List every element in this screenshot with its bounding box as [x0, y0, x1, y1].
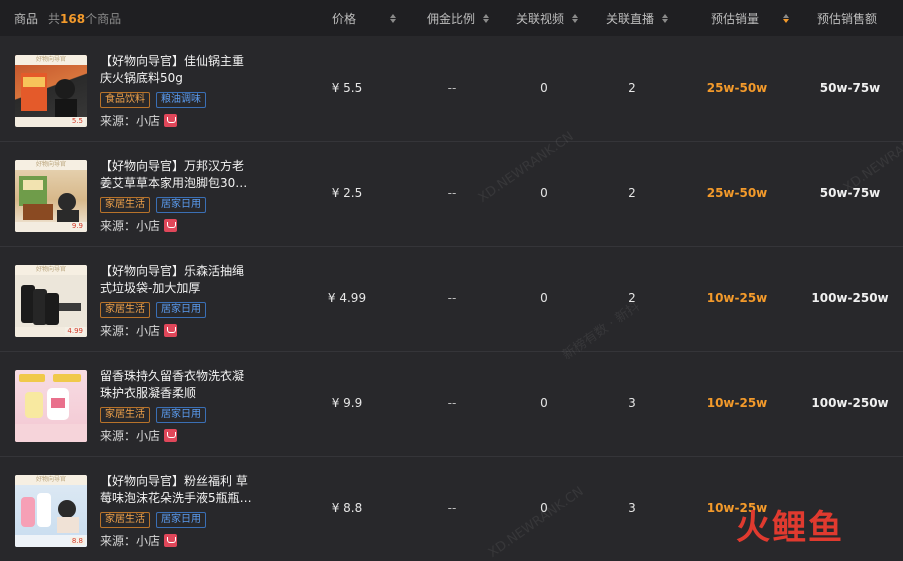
- videos-cell: 0: [540, 186, 548, 200]
- lives-column-header[interactable]: 关联直播: [606, 10, 669, 27]
- sales-cell: 10w-25w: [706, 396, 768, 410]
- product-thumbnail[interactable]: 好物向导官 4.99: [15, 265, 87, 337]
- product-thumbnail[interactable]: [15, 370, 87, 442]
- category-tag: 家居生活: [100, 197, 150, 213]
- product-tags: 家居生活 居家日用: [100, 512, 206, 528]
- shop-icon[interactable]: [164, 219, 178, 232]
- sales-column-header[interactable]: 预估销量: [711, 10, 790, 27]
- table-row[interactable]: 留香珠持久留香衣物洗衣凝珠护衣服凝香柔顺 家居生活 居家日用 来源：小店 ¥ 9…: [0, 352, 903, 457]
- product-thumbnail[interactable]: 好物向导官 8.8: [15, 475, 87, 547]
- goods-column-header: 商品 共168个商品: [14, 10, 121, 27]
- category-tag: 食品饮料: [100, 92, 150, 108]
- goods-label: 商品: [14, 12, 39, 26]
- product-title[interactable]: 【好物向导官】万邦汉方老姜艾草草本家用泡脚包30包/袋 到...: [100, 158, 255, 192]
- product-tags: 家居生活 居家日用: [100, 407, 206, 423]
- sort-icon[interactable]: [662, 14, 669, 23]
- table-row[interactable]: 好物向导官 9.9 【好物向导官】万邦汉方老姜艾草草本家用泡脚包30包/袋 到.…: [0, 142, 903, 247]
- shop-icon[interactable]: [164, 114, 178, 127]
- price-cell: ¥ 5.5: [331, 81, 363, 95]
- subcategory-tag: 粮油调味: [156, 92, 206, 108]
- product-thumbnail[interactable]: 好物向导官 5.5: [15, 55, 87, 127]
- category-tag: 家居生活: [100, 512, 150, 528]
- subcategory-tag: 居家日用: [156, 302, 206, 318]
- sales-cell: 25w-50w: [706, 186, 768, 200]
- sales-cell: 25w-50w: [706, 81, 768, 95]
- product-tags: 家居生活 居家日用: [100, 197, 206, 213]
- sort-icon[interactable]: [390, 14, 397, 23]
- product-source: 来源：小店: [100, 217, 178, 234]
- goods-count: 共168个商品: [48, 12, 122, 26]
- shop-icon[interactable]: [164, 324, 178, 337]
- product-title[interactable]: 【好物向导官】佳仙锅主重庆火锅底料50g: [100, 53, 255, 87]
- amount-column-header[interactable]: 预估销售额: [817, 10, 877, 27]
- commission-cell: --: [447, 501, 457, 515]
- subcategory-tag: 居家日用: [156, 407, 206, 423]
- price-cell: ¥ 8.8: [331, 501, 363, 515]
- sort-active-icon[interactable]: [783, 14, 790, 23]
- product-source: 来源：小店: [100, 322, 178, 339]
- videos-cell: 0: [540, 291, 548, 305]
- commission-cell: --: [447, 396, 457, 410]
- sort-icon[interactable]: [483, 14, 490, 23]
- subcategory-tag: 居家日用: [156, 512, 206, 528]
- price-column-header[interactable]: 价格: [332, 10, 397, 27]
- product-image-icon: [15, 374, 87, 442]
- product-source: 来源：小店: [100, 532, 178, 549]
- videos-column-header[interactable]: 关联视频: [516, 10, 579, 27]
- category-tag: 家居生活: [100, 302, 150, 318]
- product-tags: 食品饮料 粮油调味: [100, 92, 206, 108]
- table-row[interactable]: 好物向导官 4.99 【好物向导官】乐森活抽绳式垃圾袋-加大加厚 家居生活 居家…: [0, 247, 903, 352]
- product-title[interactable]: 留香珠持久留香衣物洗衣凝珠护衣服凝香柔顺: [100, 368, 255, 402]
- price-cell: ¥ 4.99: [327, 291, 367, 305]
- brand-logo: 火鲤鱼: [736, 508, 844, 548]
- product-source: 来源：小店: [100, 427, 178, 444]
- videos-cell: 0: [540, 396, 548, 410]
- lives-cell: 2: [628, 186, 636, 200]
- sales-cell: 10w-25w: [706, 291, 768, 305]
- shop-icon[interactable]: [164, 534, 178, 547]
- subcategory-tag: 居家日用: [156, 197, 206, 213]
- product-title[interactable]: 【好物向导官】乐森活抽绳式垃圾袋-加大加厚: [100, 263, 255, 297]
- amount-cell: 100w-250w: [811, 291, 889, 305]
- price-cell: ¥ 9.9: [331, 396, 363, 410]
- product-title[interactable]: 【好物向导官】粉丝福利 草莓味泡沫花朵洗手液5瓶瓶装按压...: [100, 473, 255, 507]
- product-tags: 家居生活 居家日用: [100, 302, 206, 318]
- category-tag: 家居生活: [100, 407, 150, 423]
- shop-icon[interactable]: [164, 429, 178, 442]
- commission-cell: --: [447, 291, 457, 305]
- product-source: 来源：小店: [100, 112, 178, 129]
- product-thumbnail[interactable]: 好物向导官 9.9: [15, 160, 87, 232]
- lives-cell: 3: [628, 501, 636, 515]
- table-header: 商品 共168个商品 价格 佣金比例 关联视频 关联直播 预估销量 预估销售额: [0, 0, 903, 36]
- amount-cell: 100w-250w: [811, 396, 889, 410]
- commission-cell: --: [447, 81, 457, 95]
- lives-cell: 2: [628, 81, 636, 95]
- commission-column-header[interactable]: 佣金比例: [427, 10, 490, 27]
- commission-cell: --: [447, 186, 457, 200]
- amount-cell: 50w-75w: [819, 81, 881, 95]
- table-row[interactable]: 好物向导官 5.5 【好物向导官】佳仙锅主重庆火锅底料50g 食品饮料 粮油调味…: [0, 37, 903, 142]
- price-cell: ¥ 2.5: [331, 186, 363, 200]
- sort-icon[interactable]: [572, 14, 579, 23]
- lives-cell: 3: [628, 396, 636, 410]
- videos-cell: 0: [540, 81, 548, 95]
